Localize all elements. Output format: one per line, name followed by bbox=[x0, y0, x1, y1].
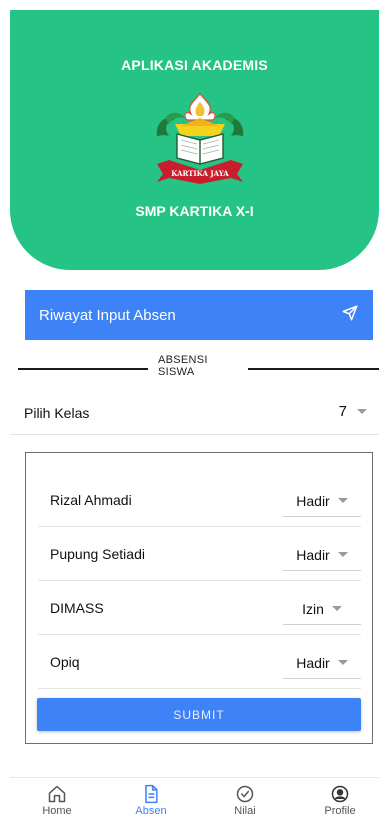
divider-line-left bbox=[18, 368, 148, 370]
class-picker-row: Pilih Kelas 7 bbox=[10, 395, 379, 435]
student-row: Rizal Ahmadi Hadir bbox=[38, 473, 361, 527]
app-title: APLIKASI AKADEMIS bbox=[121, 57, 268, 73]
caret-down-icon bbox=[337, 498, 348, 503]
nav-label-home: Home bbox=[42, 805, 72, 817]
student-name: Pupung Setiadi bbox=[50, 546, 145, 562]
nav-item-home[interactable]: Home bbox=[27, 784, 87, 817]
section-heading: ABSENSI SISWA bbox=[158, 354, 238, 378]
submit-button[interactable]: SUBMIT bbox=[37, 698, 361, 731]
section-heading-line1: ABSENSI bbox=[158, 354, 208, 366]
nav-label-absen: Absen bbox=[135, 805, 167, 817]
document-icon bbox=[145, 784, 158, 804]
divider-line-right bbox=[248, 368, 379, 370]
student-row: DIMASS Izin bbox=[38, 581, 361, 635]
profile-icon bbox=[331, 785, 349, 803]
caret-down-icon bbox=[357, 409, 367, 414]
input-history-label: Riwayat Input Absen bbox=[39, 306, 176, 324]
attendance-status-dropdown[interactable]: Hadir bbox=[283, 485, 361, 517]
bottom-navigation: Home Absen Nilai Profile bbox=[10, 777, 379, 819]
caret-down-icon bbox=[337, 552, 348, 557]
attendance-status-value: Hadir bbox=[296, 654, 330, 671]
class-picker-label: Pilih Kelas bbox=[24, 405, 90, 421]
check-circle-icon bbox=[236, 785, 254, 803]
nav-label-profile: Profile bbox=[324, 805, 356, 817]
class-picker-value: 7 bbox=[338, 403, 347, 420]
nav-item-nilai[interactable]: Nilai bbox=[215, 784, 275, 817]
header-banner: APLIKASI AKADEMIS KARTIKA JAYA SMP KARTI… bbox=[10, 10, 379, 270]
home-icon bbox=[48, 785, 66, 803]
nav-item-profile[interactable]: Profile bbox=[310, 784, 370, 817]
nav-item-absen[interactable]: Absen bbox=[121, 784, 181, 817]
attendance-status-dropdown[interactable]: Hadir bbox=[283, 647, 361, 679]
attendance-status-dropdown[interactable]: Hadir bbox=[283, 539, 361, 571]
student-name: Rizal Ahmadi bbox=[50, 492, 132, 508]
school-logo: KARTIKA JAYA bbox=[156, 93, 244, 184]
send-icon bbox=[341, 304, 359, 326]
caret-down-icon bbox=[337, 660, 348, 665]
app-screen: APLIKASI AKADEMIS KARTIKA JAYA SMP KARTI… bbox=[0, 0, 379, 819]
attendance-status-value: Hadir bbox=[296, 546, 330, 563]
student-name: Opiq bbox=[50, 654, 80, 670]
class-picker-dropdown[interactable]: 7 bbox=[339, 403, 367, 420]
section-divider: ABSENSI SISWA bbox=[0, 354, 379, 384]
attendance-status-value: Hadir bbox=[296, 492, 330, 509]
attendance-status-value: Izin bbox=[302, 600, 324, 617]
school-name: SMP KARTIKA X-I bbox=[135, 203, 254, 219]
student-row: Pupung Setiadi Hadir bbox=[38, 527, 361, 581]
attendance-status-dropdown[interactable]: Izin bbox=[283, 593, 361, 625]
attendance-card: Rizal Ahmadi Hadir Pupung Setiadi Hadir … bbox=[25, 452, 373, 744]
logo-text: KARTIKA JAYA bbox=[171, 169, 229, 178]
student-name: DIMASS bbox=[50, 600, 104, 616]
caret-down-icon bbox=[331, 606, 342, 611]
section-heading-line2: SISWA bbox=[158, 366, 195, 378]
input-history-button[interactable]: Riwayat Input Absen bbox=[25, 290, 373, 340]
student-row: Opiq Hadir bbox=[38, 635, 361, 689]
nav-label-nilai: Nilai bbox=[234, 805, 256, 817]
